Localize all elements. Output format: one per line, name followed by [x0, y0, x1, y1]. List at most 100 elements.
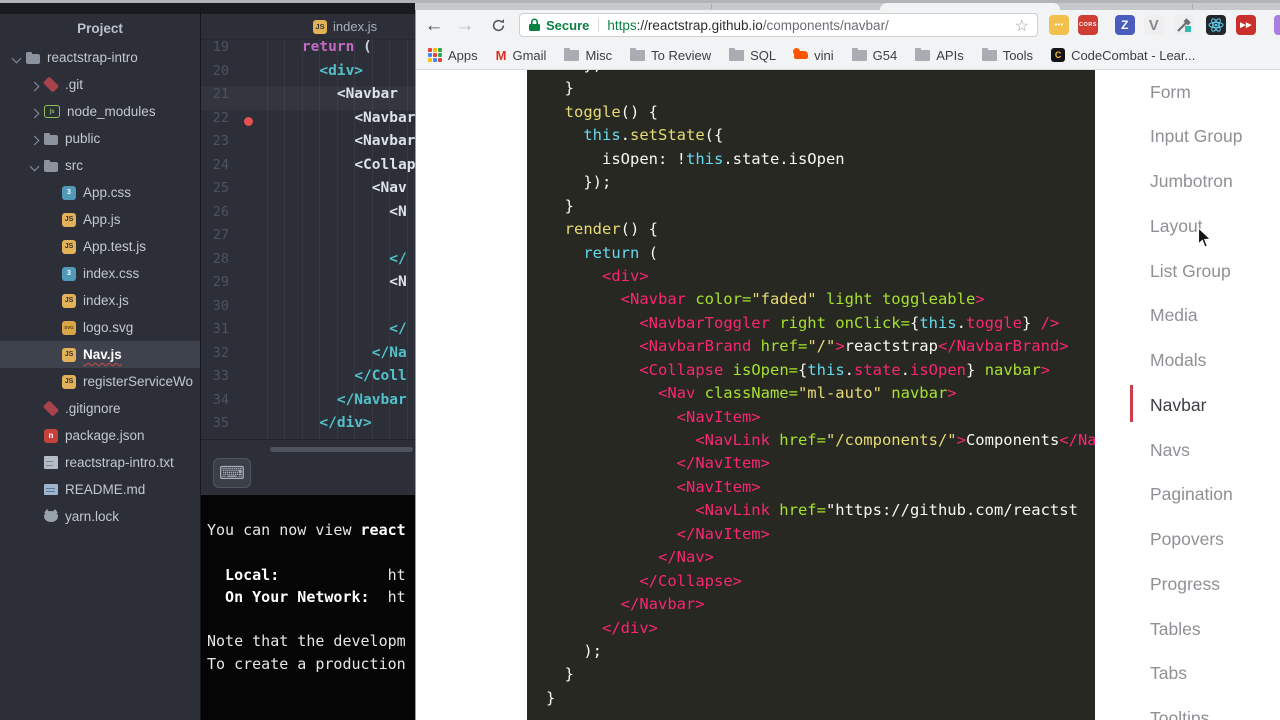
gutter — [229, 157, 267, 181]
bookmark-misc[interactable]: Misc — [564, 47, 612, 63]
sidebar-item-pagination[interactable]: Pagination — [1150, 472, 1233, 517]
bookmark-codecombat-lear[interactable]: C CodeCombat - Lear... — [1051, 48, 1195, 63]
gutter — [229, 251, 267, 275]
tree-item-reactstrap-intro[interactable]: reactstrap-intro — [0, 44, 200, 71]
tab-label: index.js — [333, 19, 378, 34]
cors-extension-icon[interactable]: CORS — [1078, 15, 1098, 35]
editor-line-26[interactable]: 26 <N — [201, 204, 415, 228]
tree-item-package-json[interactable]: n package.json — [0, 422, 200, 449]
code-text: <N — [389, 274, 407, 290]
bookmark-tools[interactable]: Tools — [981, 47, 1033, 63]
sidebar-item-tooltips[interactable]: Tooltips — [1150, 696, 1209, 720]
sidebar-item-form[interactable]: Form — [1150, 70, 1191, 115]
editor-line-33[interactable]: 33 </Coll — [201, 368, 415, 392]
sidebar-item-list-group[interactable]: List Group — [1150, 249, 1231, 294]
tree-item-public[interactable]: public — [0, 125, 200, 152]
bookmark-to-review[interactable]: To Review — [630, 47, 711, 63]
editor-line-31[interactable]: 31 </ — [201, 321, 415, 345]
sidebar-item-jumbotron[interactable]: Jumbotron — [1150, 159, 1233, 204]
tree-item-reactstrap-intro-txt[interactable]: reactstrap-intro.txt — [0, 449, 200, 476]
keyboard-button[interactable]: ⌨ — [213, 458, 251, 488]
terminal-line: To create a production — [207, 654, 406, 673]
color-picker-extension-icon[interactable] — [1174, 15, 1194, 35]
tree-item-index-css[interactable]: 3 index.css — [0, 260, 200, 287]
tab-index-js[interactable]: JS index.js — [313, 16, 377, 37]
sidebar-item-tabs[interactable]: Tabs — [1150, 651, 1187, 696]
line-number: 29 — [212, 274, 229, 290]
tree-item-registerservicewo[interactable]: JS registerServiceWo — [0, 368, 200, 395]
tree-item-src[interactable]: src — [0, 152, 200, 179]
chevron-right-icon[interactable] — [26, 103, 44, 121]
sidebar-item-layout[interactable]: Layout — [1150, 204, 1203, 249]
bookmark-g54[interactable]: G54 — [851, 47, 897, 63]
editor-line-29[interactable]: 29 <N — [201, 274, 415, 298]
doc-code-lines: }; } toggle() { this.setState({ isOpen: … — [527, 70, 1095, 710]
tree-item-logo-svg[interactable]: SVG logo.svg — [0, 314, 200, 341]
chevron-down-icon[interactable] — [26, 157, 44, 175]
chevron-right-icon[interactable] — [26, 130, 44, 148]
editor-line-23[interactable]: 23 <Navbar — [201, 133, 415, 157]
sidebar-item-navs[interactable]: Navs — [1150, 428, 1190, 473]
editor-line-32[interactable]: 32 </Na — [201, 345, 415, 369]
editor-line-21[interactable]: 21 <Navbar — [201, 86, 415, 110]
sidebar-item-modals[interactable]: Modals — [1150, 338, 1206, 383]
react-devtools-extension-icon[interactable] — [1206, 15, 1226, 35]
tree-item-nav-js[interactable]: JS Nav.js — [0, 341, 200, 368]
editor-code-area[interactable]: 19 return (20 <div> 21 <Navbar 22 <Navbar… — [201, 39, 415, 453]
sidebar-item-media[interactable]: Media — [1150, 293, 1198, 338]
v-extension-icon[interactable]: V — [1144, 15, 1164, 35]
editor-line-22[interactable]: 22 <Navbar — [201, 110, 415, 134]
tree-item-app-js[interactable]: JS App.js — [0, 206, 200, 233]
sidebar-item-tables[interactable]: Tables — [1150, 607, 1201, 652]
js-file-icon: JS — [62, 347, 76, 362]
sidebar-item-input-group[interactable]: Input Group — [1150, 114, 1242, 159]
editor-line-34[interactable]: 34 </Navbar — [201, 392, 415, 416]
browser-tab-strip[interactable] — [415, 3, 1280, 10]
more-actions-extension-icon[interactable]: ••• — [1049, 15, 1069, 35]
code-text: <Navbar — [354, 109, 415, 126]
tree-item-gitignore[interactable]: .gitignore — [0, 395, 200, 422]
video-speed-extension-icon[interactable]: ▶▶ — [1236, 15, 1256, 35]
tree-item-readme-md[interactable]: README.md — [0, 476, 200, 503]
terminal-panel[interactable]: You can now view react Local: ht On Your… — [201, 495, 415, 720]
breakpoint-icon[interactable] — [244, 116, 253, 126]
tree-item-index-js[interactable]: JS index.js — [0, 287, 200, 314]
yarn-icon — [44, 509, 58, 522]
bookmark-apps[interactable]: Apps — [428, 48, 478, 63]
editor-line-25[interactable]: 25 <Nav — [201, 180, 415, 204]
bookmark-apis[interactable]: APIs — [915, 47, 964, 63]
clipped-extension-icon[interactable] — [1274, 15, 1280, 35]
active-browser-tab[interactable] — [880, 3, 1060, 10]
tree-item-node-modules[interactable]: js node_modules — [0, 98, 200, 125]
editor-line-19[interactable]: 19 return ( — [201, 39, 415, 63]
bookmark-gmail[interactable]: M Gmail — [496, 48, 547, 63]
editor-line-35[interactable]: 35 </div> — [201, 415, 415, 439]
sidebar-item-popovers[interactable]: Popovers — [1150, 517, 1224, 562]
gutter — [229, 415, 267, 439]
editor-line-20[interactable]: 20 <div> — [201, 63, 415, 87]
chevron-down-icon[interactable] — [8, 49, 26, 67]
chevron-right-icon[interactable] — [26, 76, 44, 94]
editor-line-24[interactable]: 24 <Collap — [201, 157, 415, 181]
sidebar-item-navbar[interactable]: Navbar — [1150, 383, 1206, 428]
gutter — [229, 63, 267, 87]
sidebar-item-progress[interactable]: Progress — [1150, 562, 1220, 607]
bookmark-vini[interactable]: vini — [793, 48, 834, 63]
tree-item-app-test-js[interactable]: JS App.test.js — [0, 233, 200, 260]
bookmark-sql[interactable]: SQL — [729, 47, 776, 63]
tree-item-yarn-lock[interactable]: yarn.lock — [0, 503, 200, 530]
tree-item-git[interactable]: .git — [0, 71, 200, 98]
line-number: 35 — [212, 415, 229, 431]
folder-icon — [44, 133, 58, 145]
editor-line-30[interactable]: 30 — [201, 298, 415, 322]
tree-item-app-css[interactable]: 3 App.css — [0, 179, 200, 206]
editor-line-27[interactable]: 27 — [201, 227, 415, 251]
editor-line-28[interactable]: 28 </ — [201, 251, 415, 275]
zotero-extension-icon[interactable]: Z — [1115, 15, 1135, 35]
folder-icon — [851, 47, 867, 61]
